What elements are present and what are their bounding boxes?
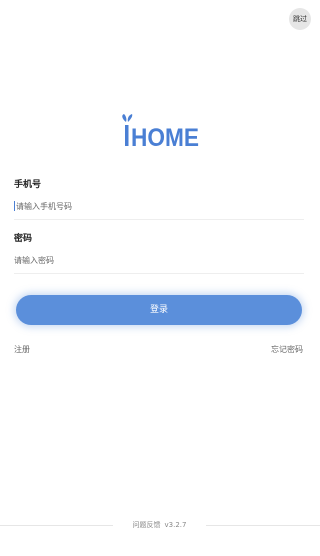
phone-label: 手机号: [14, 180, 42, 190]
skip-button[interactable]: 跳过: [289, 8, 311, 30]
footer: 问题反馈 v3.2.7: [0, 520, 320, 530]
logo-wordmark: HOME: [131, 124, 199, 149]
password-input[interactable]: [14, 253, 304, 267]
register-link[interactable]: 注册: [14, 344, 30, 355]
password-divider: [14, 273, 304, 274]
phone-divider: [14, 219, 304, 220]
forgot-password-link[interactable]: 忘记密码: [271, 344, 303, 355]
version-label: v3.2.7: [164, 521, 187, 529]
password-field: 密码: [14, 233, 304, 274]
footer-divider-right: [206, 525, 320, 526]
footer-text: 问题反馈 v3.2.7: [113, 520, 206, 530]
logo-leaf-right: [127, 114, 133, 122]
phone-field: 手机号: [14, 179, 306, 220]
login-button[interactable]: 登录: [16, 295, 302, 325]
phone-input[interactable]: [14, 199, 306, 213]
text-cursor: [14, 201, 15, 211]
logo-leaf-left: [122, 114, 127, 122]
footer-divider-left: [0, 525, 113, 526]
home-logo: HOME: [122, 114, 199, 149]
feedback-link[interactable]: 问题反馈: [133, 521, 161, 529]
password-label: 密码: [14, 234, 33, 244]
